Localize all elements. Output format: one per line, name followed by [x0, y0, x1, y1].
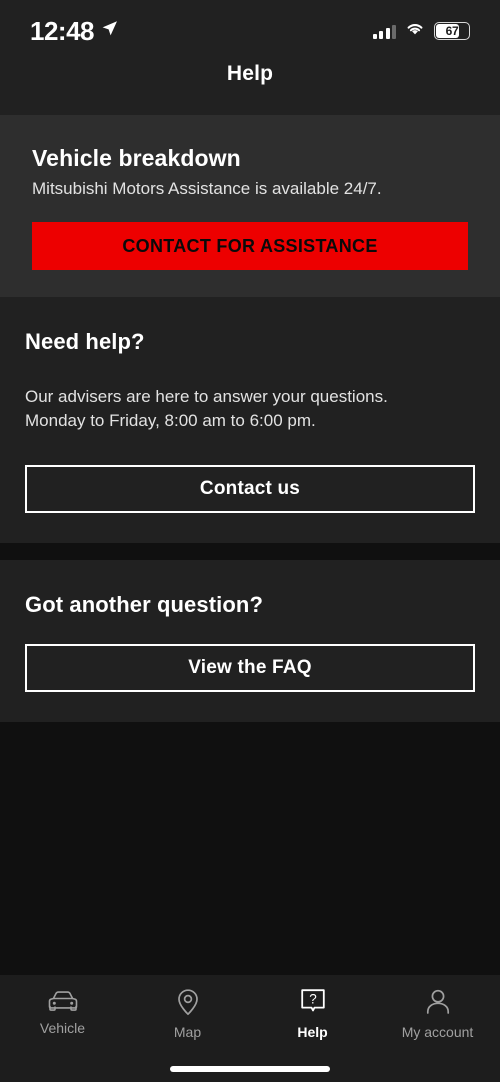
page-header: Help	[0, 62, 500, 115]
another-question-card: Got another question? View the FAQ	[0, 560, 500, 723]
tab-vehicle[interactable]: Vehicle	[0, 987, 125, 1056]
tab-my-account-label: My account	[401, 1024, 474, 1040]
battery-icon: 67	[434, 22, 470, 40]
tab-map[interactable]: Map	[125, 987, 250, 1056]
status-bar-left: 12:48	[30, 16, 118, 47]
contact-for-assistance-button[interactable]: CONTACT FOR ASSISTANCE	[32, 222, 468, 271]
battery-level-text: 67	[445, 24, 459, 38]
vehicle-breakdown-title: Vehicle breakdown	[32, 145, 241, 171]
tab-my-account[interactable]: My account	[375, 987, 500, 1056]
page-title: Help	[226, 62, 274, 85]
person-icon	[424, 987, 452, 1017]
need-help-body: Our advisers are here to answer your que…	[25, 385, 475, 432]
app-screen: 12:48 67 Help Vehicle breakdown Mitsubis…	[0, 0, 500, 1082]
need-help-body-line-1: Our advisers are here to answer your que…	[25, 387, 388, 407]
view-faq-button[interactable]: View the FAQ	[25, 644, 475, 693]
vehicle-breakdown-subtitle: Mitsubishi Motors Assistance is availabl…	[32, 179, 382, 198]
section-divider	[0, 543, 500, 561]
status-bar-right: 67	[372, 21, 470, 41]
car-icon	[46, 987, 80, 1013]
wifi-icon	[405, 21, 425, 41]
bottom-tab-bar: Vehicle Map ? Help My account	[0, 975, 500, 1082]
tab-vehicle-label: Vehicle	[39, 1020, 86, 1036]
map-pin-icon	[175, 987, 201, 1017]
help-bubble-icon: ?	[299, 987, 327, 1017]
tab-list: Vehicle Map ? Help My account	[0, 975, 500, 1056]
another-question-title: Got another question?	[25, 592, 263, 618]
contact-us-button[interactable]: Contact us	[25, 465, 475, 514]
location-arrow-icon	[101, 20, 118, 42]
svg-text:?: ?	[309, 992, 317, 1007]
status-bar: 12:48 67	[0, 0, 500, 62]
cellular-signal-icon	[372, 24, 396, 39]
vehicle-breakdown-card: Vehicle breakdown Mitsubishi Motors Assi…	[0, 115, 500, 298]
need-help-title: Need help?	[25, 329, 145, 355]
status-bar-clock: 12:48	[30, 15, 95, 46]
tab-map-label: Map	[173, 1024, 202, 1040]
home-indicator-area	[0, 1056, 500, 1082]
tab-help-label: Help	[297, 1024, 328, 1040]
need-help-card: Need help? Our advisers are here to answ…	[0, 297, 500, 544]
home-indicator[interactable]	[170, 1066, 330, 1072]
tab-help[interactable]: ? Help	[250, 987, 375, 1056]
need-help-body-line-2: Monday to Friday, 8:00 am to 6:00 pm.	[25, 410, 316, 430]
